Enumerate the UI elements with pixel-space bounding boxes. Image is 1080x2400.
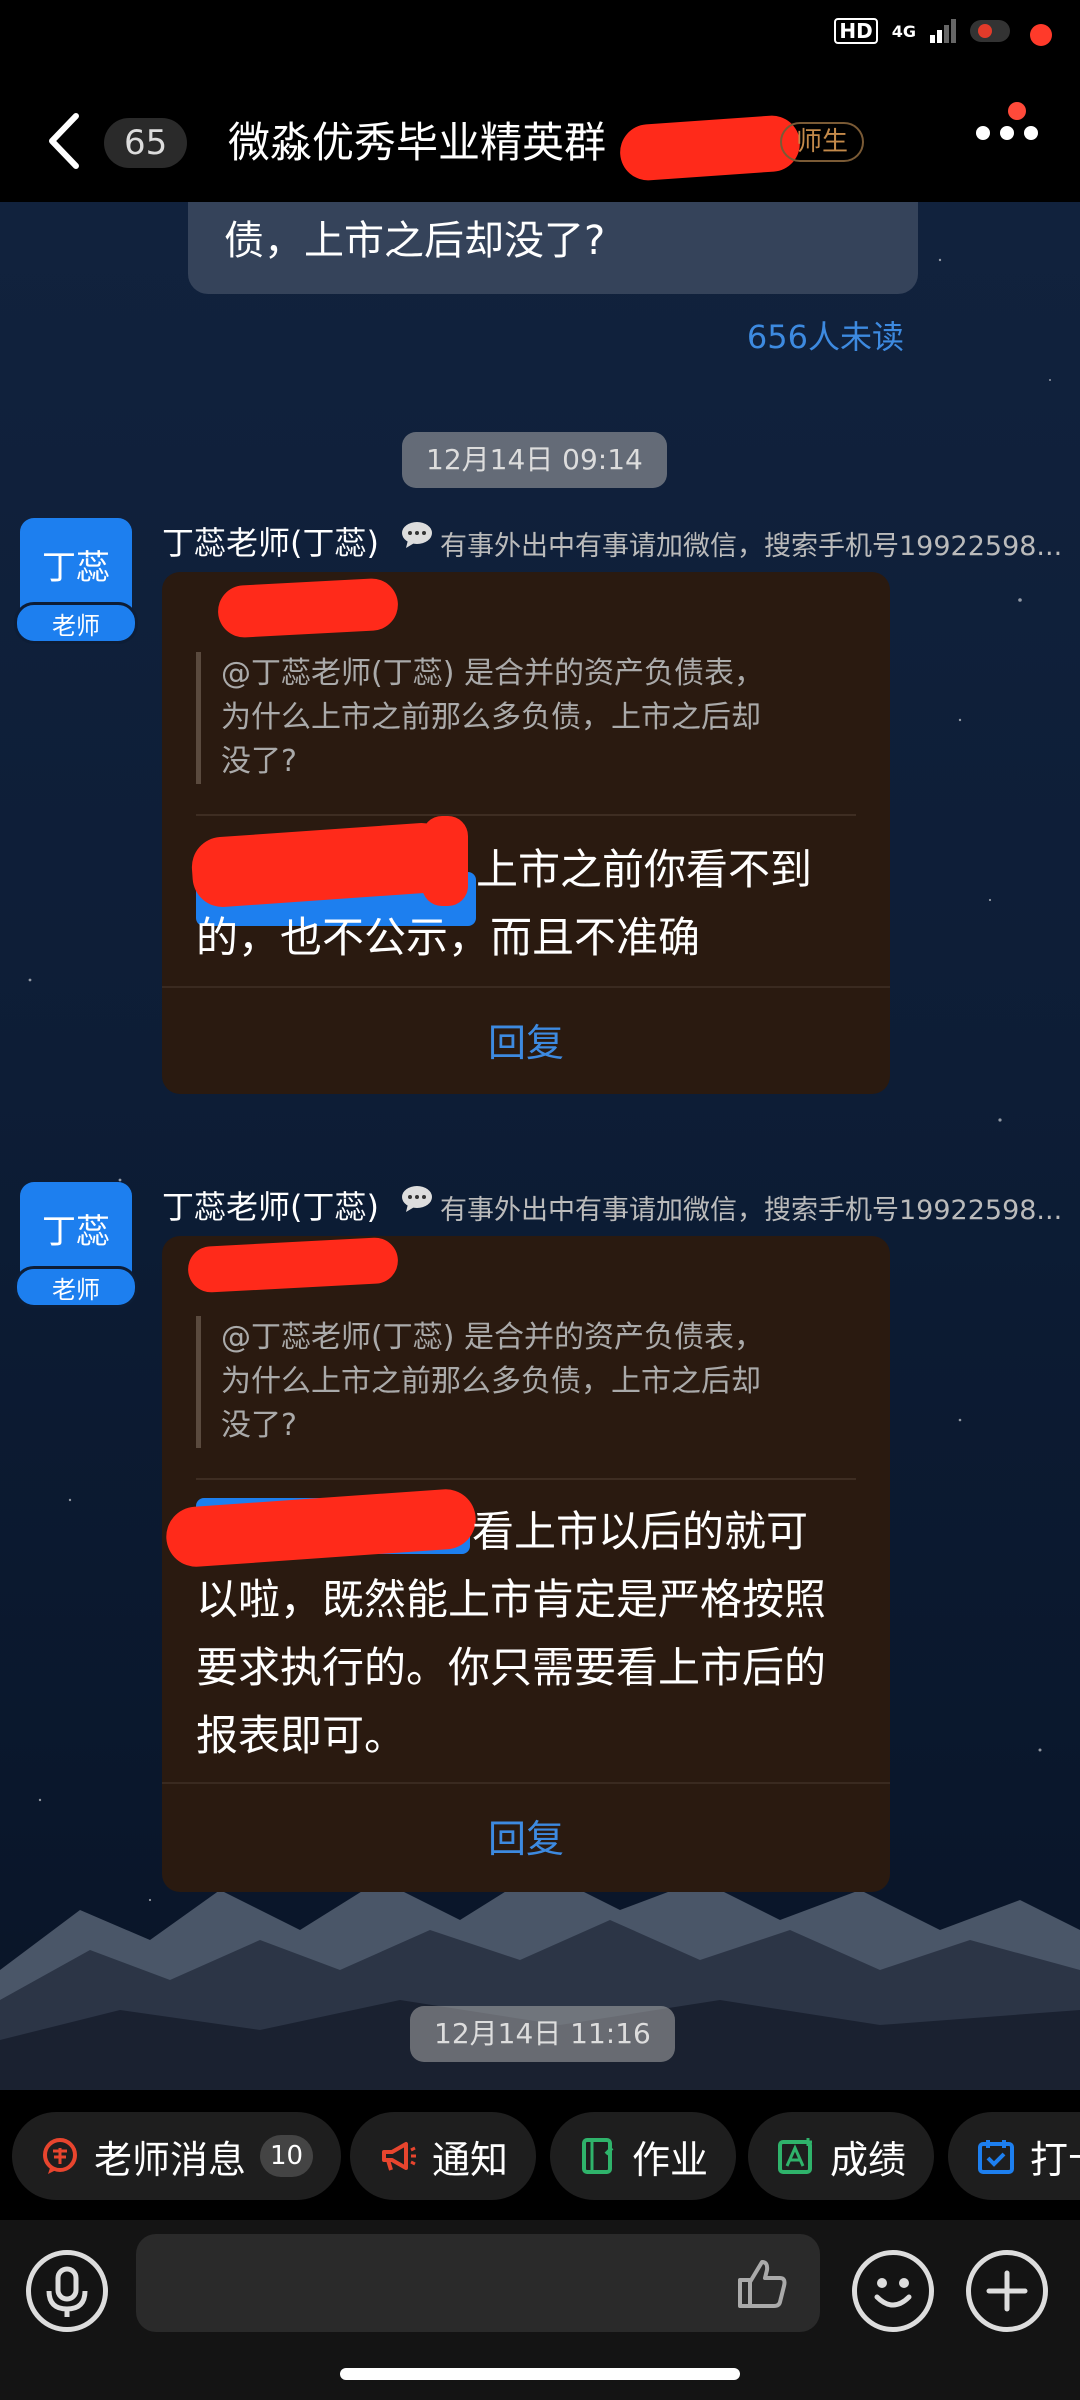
- teacher-badge: 老师: [14, 1266, 138, 1308]
- reply-text: 上市之前你看不到 的，也不公示，而且不准确: [196, 836, 876, 972]
- reply-line: 以啦，既然能上市肯定是严格按照: [196, 1575, 827, 1624]
- sender-status-note: 有事外出中有事请加微信，搜索手机号19922598...: [440, 1195, 1063, 1226]
- notification-dot: [1030, 24, 1052, 46]
- quick-action-bar: 老师消息 10 通知 作业 成绩 打卡: [0, 2090, 1080, 2220]
- role-tag: 师生: [780, 122, 865, 162]
- grades-icon: [778, 2138, 812, 2174]
- quote-line: @丁蕊老师(丁蕊) 是合并的资产负债表，: [221, 1320, 764, 1355]
- reply-button[interactable]: 回复: [162, 1012, 890, 1067]
- microphone-icon: [46, 2266, 88, 2317]
- teacher-message-icon: [43, 2138, 77, 2174]
- network-indicator: 4G: [891, 21, 916, 41]
- avatar-name: 丁蕊: [42, 1212, 110, 1252]
- notice-chip[interactable]: 通知: [350, 2112, 537, 2200]
- teacher-badge: 老师: [14, 602, 138, 644]
- sender-name: 丁蕊老师(丁蕊): [162, 524, 379, 562]
- redaction-mark: [186, 1236, 400, 1294]
- homework-icon: [582, 2138, 614, 2174]
- grades-chip[interactable]: 成绩: [748, 2112, 935, 2200]
- divider: [196, 814, 856, 816]
- chat-header: 65 微淼优秀毕业精英群 师生: [0, 80, 1080, 202]
- message-card[interactable]: @丁蕊老师(丁蕊) 是合并的资产负债表， 为什么上市之前那么多负债，上市之后却 …: [162, 1236, 890, 1892]
- quote-line: 为什么上市之前那么多负债，上市之后却: [221, 700, 761, 735]
- emoji-button[interactable]: [852, 2250, 934, 2332]
- chip-label: 老师消息: [94, 2137, 247, 2182]
- divider: [162, 1782, 890, 1784]
- read-status[interactable]: 656人未读: [747, 312, 904, 358]
- plus-icon: [986, 2270, 1028, 2312]
- quote-line: 为什么上市之前那么多负债，上市之后却: [221, 1364, 761, 1399]
- quote-line: 没了?: [221, 744, 297, 779]
- checkin-chip[interactable]: 打卡: [948, 2112, 1080, 2200]
- sender-status-note: 有事外出中有事请加微信，搜索手机号19922598...: [440, 531, 1063, 562]
- redaction-mark: [618, 113, 802, 183]
- chip-label: 成绩: [830, 2137, 907, 2182]
- home-indicator[interactable]: [340, 2368, 740, 2380]
- reply-line: 要求执行的。你只需要看上市后的: [196, 1643, 827, 1692]
- homework-chip[interactable]: 作业: [550, 2112, 737, 2200]
- chat-title: 微淼优秀毕业精英群: [228, 118, 607, 167]
- reply-line: 看上市以后的就可: [472, 1507, 809, 1556]
- voice-input-button[interactable]: [26, 2250, 108, 2332]
- smiley-icon: [874, 2278, 912, 2308]
- chip-label: 作业: [632, 2137, 709, 2182]
- hd-indicator: HD: [834, 18, 878, 44]
- avatar-name: 丁蕊: [42, 548, 110, 588]
- quoted-message: @丁蕊老师(丁蕊) 是合并的资产负债表， 为什么上市之前那么多负债，上市之后却 …: [196, 1316, 856, 1448]
- battery-icon: [970, 20, 1010, 42]
- quote-line: 没了?: [221, 1408, 297, 1443]
- signal-icon: [930, 19, 956, 43]
- reply-line: 上市之前你看不到: [476, 845, 813, 894]
- divider: [162, 986, 890, 988]
- reply-line: 报表即可。: [196, 1711, 407, 1760]
- timestamp: 12月14日 09:14: [402, 432, 667, 488]
- megaphone-icon: [382, 2142, 416, 2171]
- calendar-check-icon: [978, 2140, 1014, 2174]
- reply-line: 的，也不公示，而且不准确: [196, 913, 701, 962]
- more-actions-button[interactable]: [966, 2250, 1048, 2332]
- chip-label: 通知: [432, 2137, 509, 2182]
- count-badge: 10: [260, 2135, 314, 2177]
- back-arrow-icon[interactable]: [40, 106, 88, 176]
- quote-line: @丁蕊老师(丁蕊) 是合并的资产负债表，: [221, 656, 764, 691]
- teacher-messages-chip[interactable]: 老师消息 10: [12, 2112, 342, 2200]
- redaction-mark: [216, 577, 400, 639]
- message-text-field[interactable]: [136, 2234, 820, 2332]
- reply-text: 看上市以后的就可 以啦，既然能上市肯定是严格按照 要求执行的。你只需要看上市后的…: [196, 1498, 876, 1770]
- avatar[interactable]: 丁蕊 老师: [14, 518, 138, 644]
- divider: [196, 1478, 856, 1480]
- status-bar: HD 4G: [0, 0, 1080, 80]
- chip-label: 打卡: [1030, 2137, 1080, 2182]
- avatar[interactable]: 丁蕊 老师: [14, 1182, 138, 1308]
- message-card[interactable]: @丁蕊老师(丁蕊) 是合并的资产负债表， 为什么上市之前那么多负债，上市之后却 …: [162, 572, 890, 1094]
- chat-bubble-icon: [402, 522, 432, 548]
- thumbs-up-icon[interactable]: [734, 2256, 790, 2312]
- reply-button[interactable]: 回复: [162, 1808, 890, 1863]
- timestamp: 12月14日 11:16: [410, 2006, 675, 2062]
- unread-count-badge[interactable]: 65: [104, 118, 188, 168]
- quoted-message: @丁蕊老师(丁蕊) 是合并的资产负债表， 为什么上市之前那么多负债，上市之后却 …: [196, 652, 856, 784]
- chat-bubble-icon: [402, 1186, 432, 1212]
- sender-name: 丁蕊老师(丁蕊): [162, 1188, 379, 1226]
- previous-message-bubble[interactable]: 债，上市之后却没了?: [188, 190, 918, 294]
- more-options-button[interactable]: [976, 126, 1038, 140]
- notification-dot: [1008, 102, 1026, 120]
